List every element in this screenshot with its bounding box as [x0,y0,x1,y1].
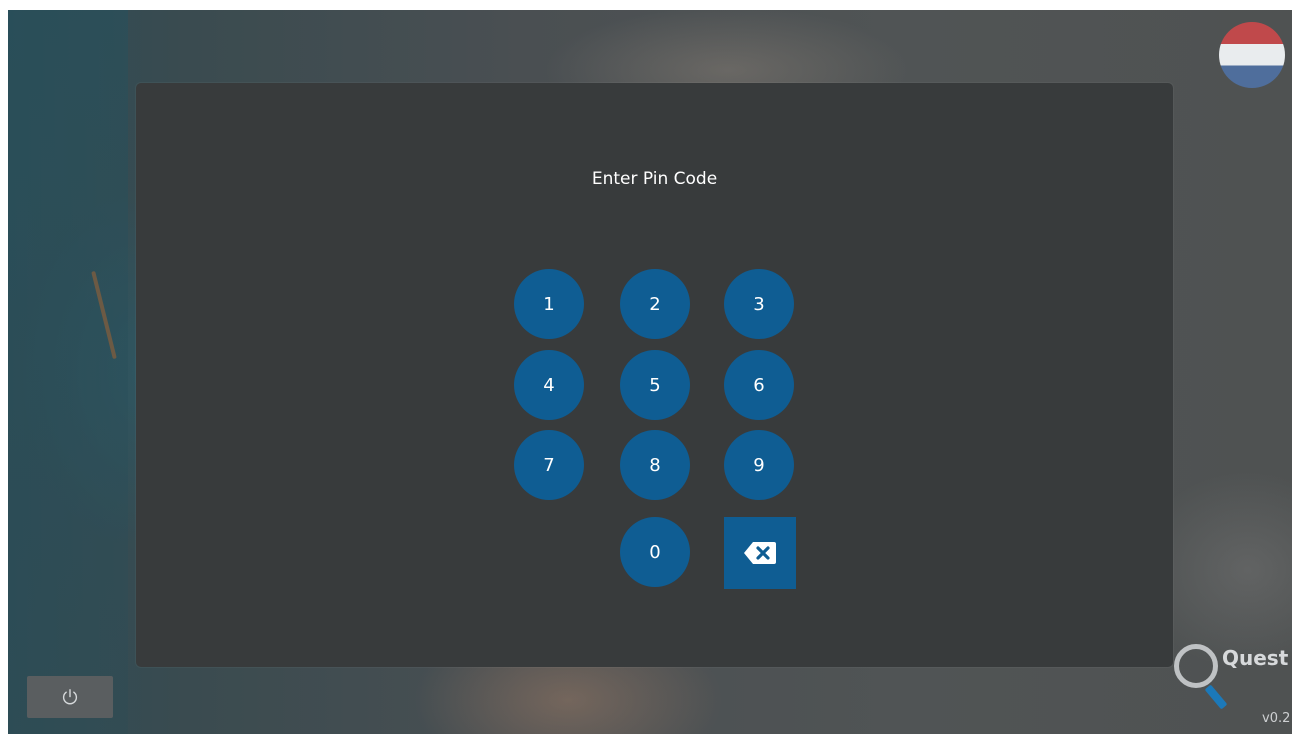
key-5-button[interactable]: 5 [620,350,690,420]
key-2-button[interactable]: 2 [620,269,690,339]
key-6-button[interactable]: 6 [724,350,794,420]
key-8-button[interactable]: 8 [620,430,690,500]
pin-dialog: Enter Pin Code 1 2 3 4 5 6 7 8 9 0 [136,83,1173,667]
backspace-button[interactable] [724,517,796,589]
key-7-button[interactable]: 7 [514,430,584,500]
key-1-button[interactable]: 1 [514,269,584,339]
power-icon [62,689,78,705]
dialog-title: Enter Pin Code [591,169,718,189]
power-button[interactable] [27,676,113,718]
brand-logo-circle [1174,644,1218,688]
version-label: v0.2 [1262,711,1291,726]
key-9-button[interactable]: 9 [724,430,794,500]
brand-logo-text: Quest [1222,646,1289,670]
key-3-button[interactable]: 3 [724,269,794,339]
key-0-button[interactable]: 0 [620,517,690,587]
app-screen: Enter Pin Code 1 2 3 4 5 6 7 8 9 0 Quest… [8,10,1292,734]
brand-logo-tail [1204,684,1228,710]
language-flag-button[interactable] [1219,22,1285,88]
key-4-button[interactable]: 4 [514,350,584,420]
background-image [8,10,128,734]
backspace-icon [744,542,776,564]
